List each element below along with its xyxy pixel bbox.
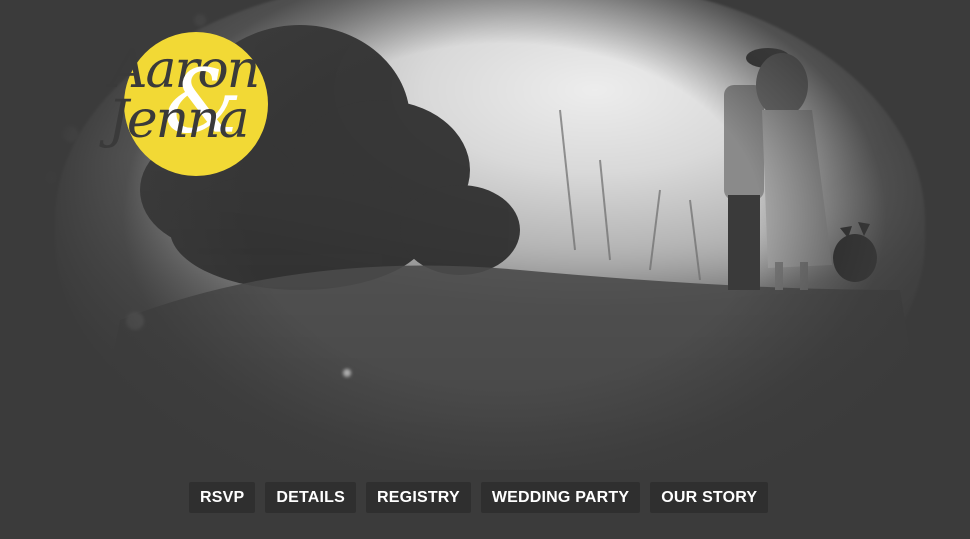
site-logo[interactable]: Aaron & Jenna: [100, 30, 310, 180]
nav-registry[interactable]: REGISTRY: [366, 482, 471, 513]
bokeh-light: [62, 126, 78, 142]
bokeh-light: [126, 312, 144, 330]
bokeh-light: [343, 369, 351, 377]
couple-figures: [724, 48, 832, 290]
grass-shape: [90, 265, 930, 470]
dog-figure: [833, 222, 877, 282]
page: Aaron & Jenna RSVP DETAILS REGISTRY WEDD…: [0, 0, 970, 539]
logo-second-name: Jenna: [108, 90, 250, 150]
nav-our-story[interactable]: OUR STORY: [650, 482, 769, 513]
main-nav: RSVP DETAILS REGISTRY WEDDING PARTY OUR …: [189, 482, 769, 513]
nav-wedding-party[interactable]: WEDDING PARTY: [480, 482, 641, 513]
nav-details[interactable]: DETAILS: [265, 482, 357, 513]
grass-blades: [559, 109, 701, 281]
nav-rsvp[interactable]: RSVP: [189, 482, 256, 513]
bokeh-light: [194, 14, 206, 26]
bokeh-light: [44, 172, 55, 183]
